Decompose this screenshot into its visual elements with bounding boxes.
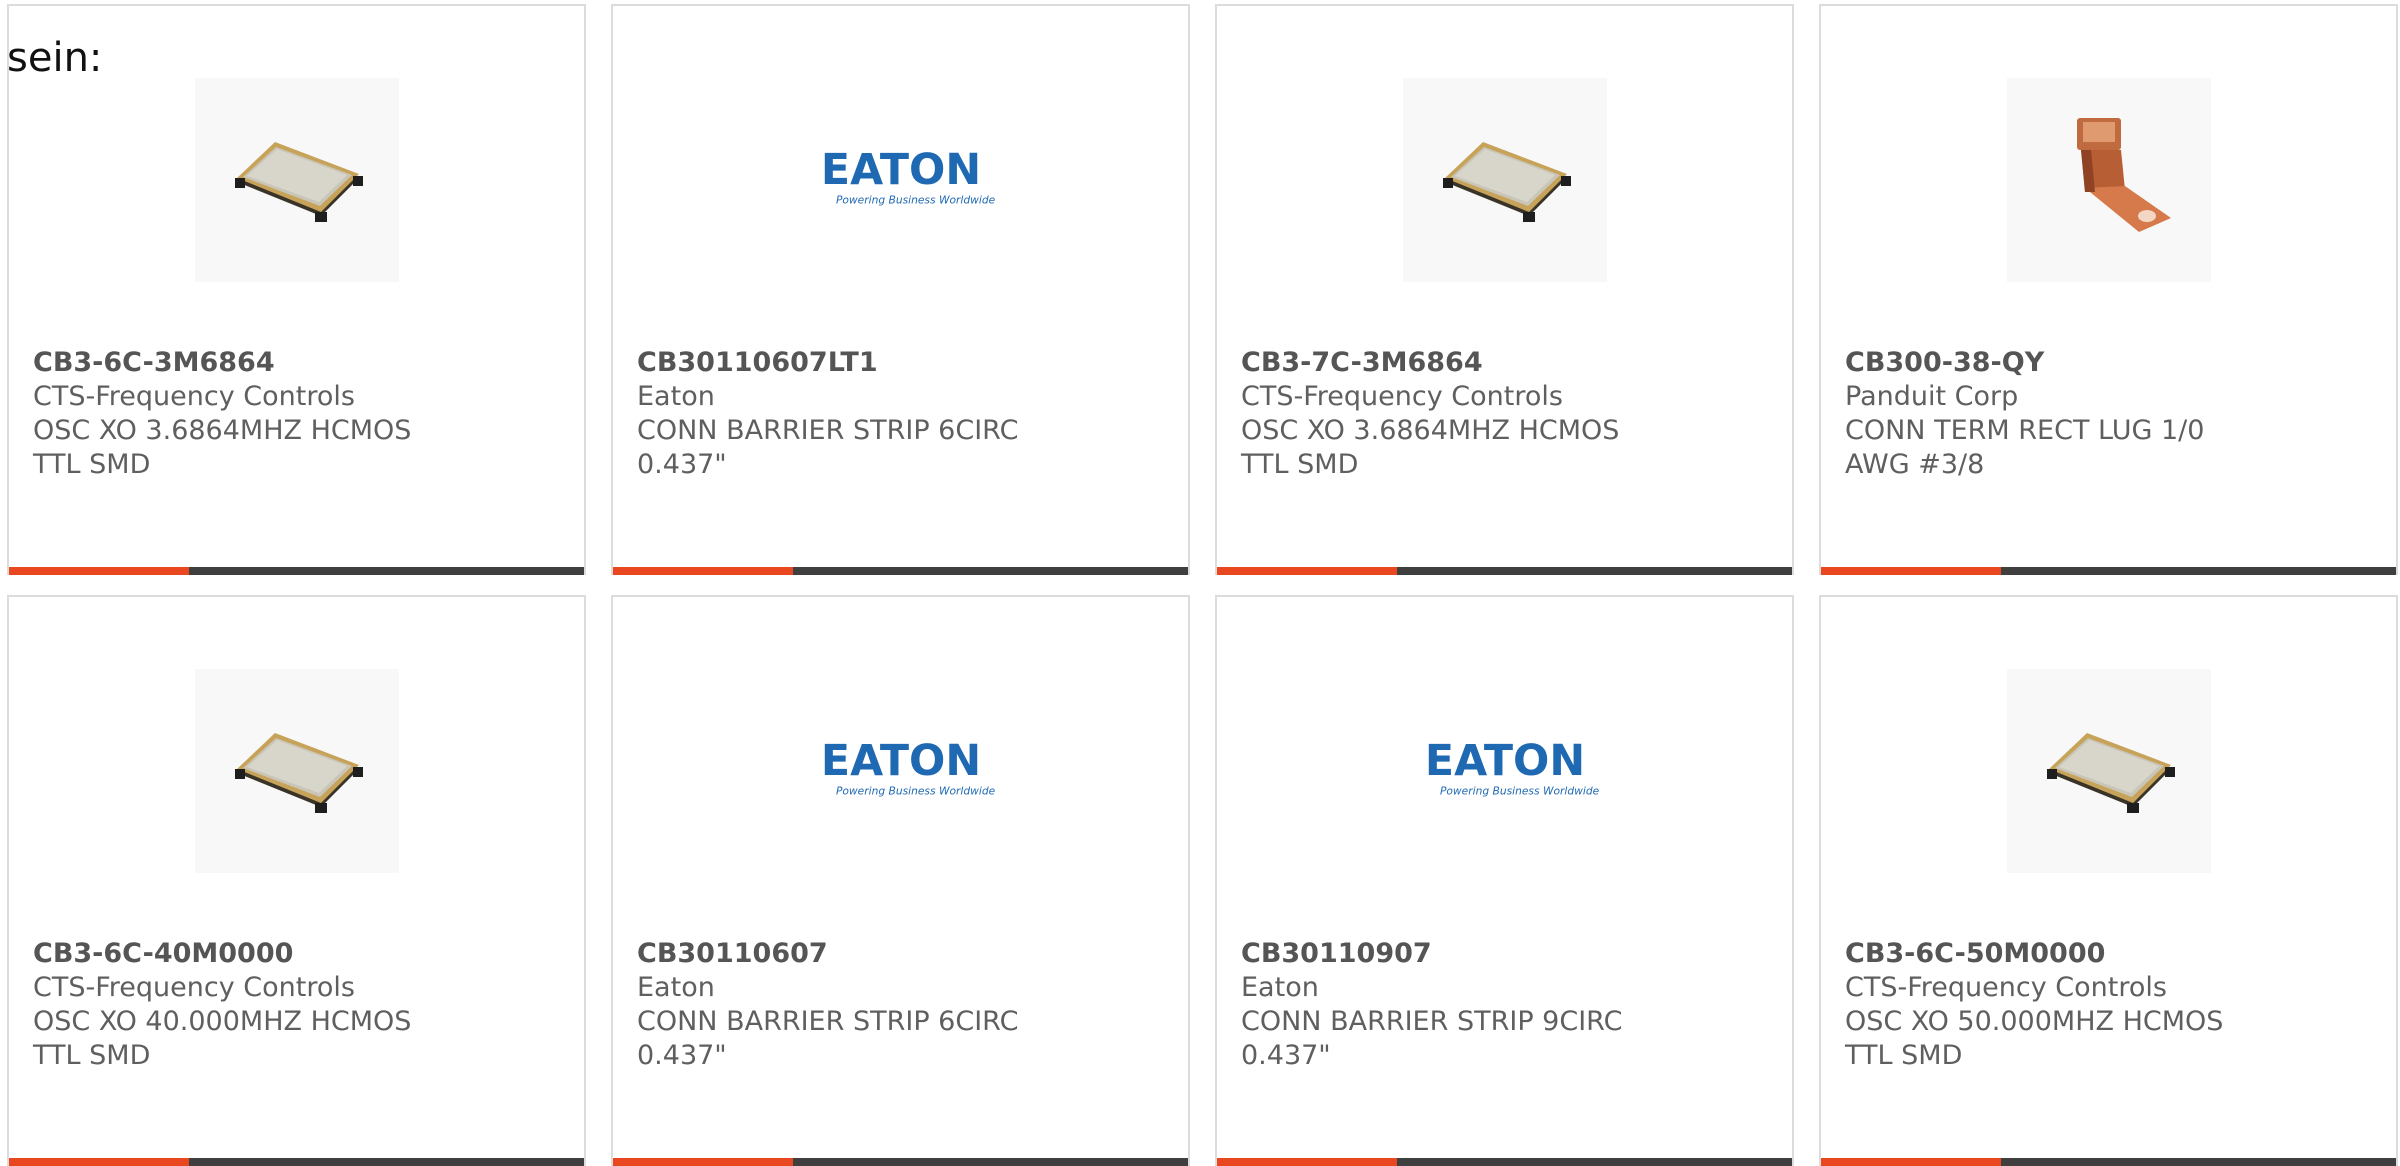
manufacturer-name: Eaton — [637, 381, 715, 412]
product-description: CONN TERM RECT LUG 1/0 AWG #3/8 — [1845, 415, 2205, 480]
product-card[interactable]: EATON Powering Business Worldwide CB3011… — [611, 595, 1190, 1166]
manufacturer-name: Panduit Corp — [1845, 381, 2019, 412]
part-number[interactable]: CB30110607LT1 — [637, 346, 1057, 380]
eaton-logo[interactable]: EATON Powering Business Worldwide — [1402, 669, 1607, 873]
oscillator-chip-image[interactable] — [1402, 78, 1607, 282]
part-number[interactable]: CB3-6C-50M0000 — [1845, 937, 2265, 971]
svg-text:EATON: EATON — [1424, 736, 1584, 786]
card-accent-bar — [9, 567, 584, 575]
eaton-logo-icon: EATON Powering Business Worldwide — [1424, 736, 1599, 797]
manufacturer-name: CTS-Frequency Controls — [33, 972, 355, 1003]
part-number[interactable]: CB3-7C-3M6864 — [1241, 346, 1661, 380]
card-accent-bar — [1217, 567, 1792, 575]
manufacturer-name: CTS-Frequency Controls — [1845, 972, 2167, 1003]
card-accent-bar — [9, 1158, 584, 1166]
product-description: OSC XO 40.000MHZ HCMOS TTL SMD — [33, 1006, 412, 1071]
eaton-logo-icon: EATON Powering Business Worldwide — [820, 145, 995, 206]
card-accent-bar — [613, 567, 1188, 575]
oscillator-chip-icon — [234, 733, 363, 813]
product-card[interactable]: CB300-38-QY Panduit Corp CONN TERM RECT … — [1819, 4, 2398, 575]
product-description: OSC XO 3.6864MHZ HCMOS TTL SMD — [33, 415, 412, 480]
svg-text:Powering Business Worldwide: Powering Business Worldwide — [835, 784, 995, 797]
eaton-logo-icon: EATON Powering Business Worldwide — [820, 736, 995, 797]
svg-text:EATON: EATON — [820, 736, 980, 786]
svg-text:EATON: EATON — [820, 145, 980, 195]
manufacturer-name: CTS-Frequency Controls — [1241, 381, 1563, 412]
part-number[interactable]: CB300-38-QY — [1845, 346, 2265, 380]
svg-text:Powering Business Worldwide: Powering Business Worldwide — [1439, 784, 1599, 797]
oscillator-chip-image[interactable] — [194, 78, 399, 282]
eaton-logo[interactable]: EATON Powering Business Worldwide — [798, 669, 1003, 873]
oscillator-chip-icon — [1442, 142, 1571, 222]
card-accent-bar — [1821, 1158, 2396, 1166]
product-description: OSC XO 50.000MHZ HCMOS TTL SMD — [1845, 1006, 2224, 1071]
card-accent-bar — [613, 1158, 1188, 1166]
oscillator-chip-image[interactable] — [2006, 669, 2211, 873]
oscillator-chip-image[interactable] — [194, 669, 399, 873]
copper-lug-icon — [2076, 118, 2171, 232]
part-number[interactable]: CB3-6C-3M6864 — [33, 346, 453, 380]
manufacturer-name: Eaton — [637, 972, 715, 1003]
svg-text:Powering Business Worldwide: Powering Business Worldwide — [835, 193, 995, 206]
manufacturer-name: CTS-Frequency Controls — [33, 381, 355, 412]
product-card[interactable]: CB3-7C-3M6864 CTS-Frequency Controls OSC… — [1215, 4, 1794, 575]
product-description: CONN BARRIER STRIP 6CIRC 0.437" — [637, 415, 1019, 480]
part-number[interactable]: CB3-6C-40M0000 — [33, 937, 453, 971]
product-card[interactable]: CB3-6C-40M0000 CTS-Frequency Controls OS… — [7, 595, 586, 1166]
eaton-logo[interactable]: EATON Powering Business Worldwide — [798, 78, 1003, 282]
intro-text: sein: — [7, 35, 103, 81]
part-number[interactable]: CB30110607 — [637, 937, 1057, 971]
product-description: CONN BARRIER STRIP 6CIRC 0.437" — [637, 1006, 1019, 1071]
product-grid: CB3-6C-3M6864 CTS-Frequency Controls OSC… — [7, 4, 2400, 1166]
manufacturer-name: Eaton — [1241, 972, 1319, 1003]
product-card[interactable]: CB3-6C-50M0000 CTS-Frequency Controls OS… — [1819, 595, 2398, 1166]
part-number[interactable]: CB30110907 — [1241, 937, 1661, 971]
product-card[interactable]: EATON Powering Business Worldwide CB3011… — [611, 4, 1190, 575]
card-accent-bar — [1821, 567, 2396, 575]
product-card[interactable]: CB3-6C-3M6864 CTS-Frequency Controls OSC… — [7, 4, 586, 575]
product-description: CONN BARRIER STRIP 9CIRC 0.437" — [1241, 1006, 1623, 1071]
product-description: OSC XO 3.6864MHZ HCMOS TTL SMD — [1241, 415, 1620, 480]
product-card[interactable]: EATON Powering Business Worldwide CB3011… — [1215, 595, 1794, 1166]
copper-lug-image[interactable] — [2006, 78, 2211, 282]
oscillator-chip-icon — [2046, 733, 2175, 813]
card-accent-bar — [1217, 1158, 1792, 1166]
oscillator-chip-icon — [234, 142, 363, 222]
